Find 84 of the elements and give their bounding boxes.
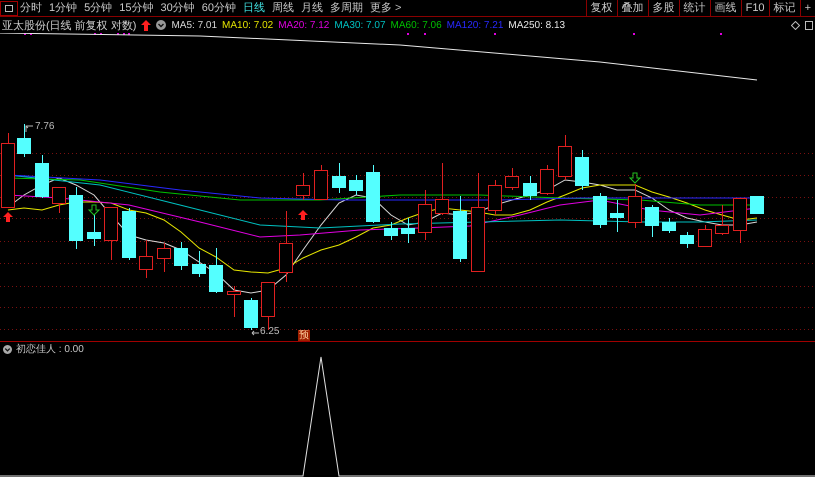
period-tab[interactable]: 月线 [301, 0, 323, 16]
candle [35, 154, 49, 198]
candle [279, 210, 293, 282]
period-tab[interactable]: 分时 [20, 0, 42, 16]
down-arrow-icon [88, 204, 100, 216]
candle [610, 200, 624, 232]
toolbar-button[interactable]: 叠加 [616, 0, 648, 16]
up-arrow-icon [298, 210, 308, 220]
toolbar-button[interactable]: 标记 [768, 0, 800, 16]
candle [750, 196, 764, 214]
toolbar-button[interactable]: 复权 [586, 0, 617, 16]
candle [139, 240, 153, 278]
moving-average-value: MA250: 8.13 [508, 20, 566, 30]
period-tab[interactable]: 5分钟 [84, 0, 112, 16]
candle [384, 222, 398, 240]
candle [401, 218, 415, 244]
up-arrow-icon [141, 20, 152, 30]
candle [122, 208, 136, 260]
candle [698, 224, 712, 248]
forecast-badge: 预 [298, 330, 310, 341]
period-tab[interactable]: 多周期 [330, 0, 363, 16]
leader-line [26, 126, 34, 132]
period-tab[interactable]: 周线 [272, 0, 294, 16]
candle [662, 218, 676, 234]
moving-average-value: MA120: 7.21 [446, 20, 504, 30]
candle [157, 242, 171, 272]
toolbar-button[interactable]: + [800, 0, 815, 16]
low-price-label: 6.25 [260, 326, 280, 337]
down-arrow-icon [628, 172, 642, 184]
toolbar-button[interactable]: 统计 [678, 0, 710, 16]
candle [244, 298, 258, 330]
moving-average-value: MA30: 7.07 [334, 20, 386, 30]
toolbar-button[interactable]: 画线 [710, 0, 741, 16]
candle [174, 242, 188, 270]
candle [733, 198, 747, 244]
indicator-label: 初恋佳人 : 0.00 [16, 342, 84, 356]
candle [69, 186, 83, 250]
toolbar-button[interactable]: 多股 [648, 0, 679, 16]
moving-average-value: MA5: 7.01 [171, 20, 218, 30]
candle [314, 164, 328, 200]
candle [332, 162, 346, 194]
candle [366, 164, 380, 224]
candle [558, 134, 572, 180]
candle [505, 168, 519, 190]
moving-average-value: MA60: 7.06 [390, 20, 442, 30]
candle [628, 184, 642, 228]
period-tab[interactable]: 日线 [243, 0, 265, 16]
candle [104, 206, 118, 260]
diamond-icon[interactable] [791, 20, 800, 30]
leader-line [252, 330, 260, 336]
period-tab[interactable]: 1分钟 [49, 0, 78, 16]
square-icon[interactable] [805, 20, 813, 30]
candle [645, 204, 659, 238]
up-arrow-icon [3, 212, 13, 222]
stock-title: 亚太股份(日线 前复权 对数) [2, 18, 136, 32]
chevron-circle-icon[interactable] [156, 20, 166, 30]
candle [192, 250, 206, 278]
period-tab[interactable]: 60分钟 [202, 0, 236, 16]
candle [435, 162, 449, 216]
candle [209, 248, 223, 294]
candle [715, 204, 729, 236]
moving-average-value: MA20: 7.12 [278, 20, 330, 30]
candle [87, 214, 101, 246]
candle [488, 180, 502, 216]
candle [296, 172, 310, 200]
more-menu[interactable]: 更多 > [370, 0, 402, 16]
candle [349, 174, 363, 196]
candle [593, 192, 607, 228]
candle [680, 232, 694, 248]
high-price-label: 7.76 [35, 121, 54, 132]
candle [418, 190, 432, 240]
candle [17, 124, 31, 158]
period-tab[interactable]: 15分钟 [119, 0, 154, 16]
period-tab[interactable]: 30分钟 [160, 0, 195, 16]
moving-average-value: MA10: 7.02 [222, 20, 274, 30]
candle [227, 286, 241, 318]
panel-toggle-icon[interactable] [0, 0, 18, 16]
candle [52, 186, 66, 214]
candle [575, 150, 589, 190]
toolbar-button[interactable]: F10 [740, 0, 769, 16]
chevron-circle-icon[interactable] [3, 344, 12, 354]
candle [453, 196, 467, 262]
candle [523, 176, 537, 200]
candle [540, 164, 554, 196]
